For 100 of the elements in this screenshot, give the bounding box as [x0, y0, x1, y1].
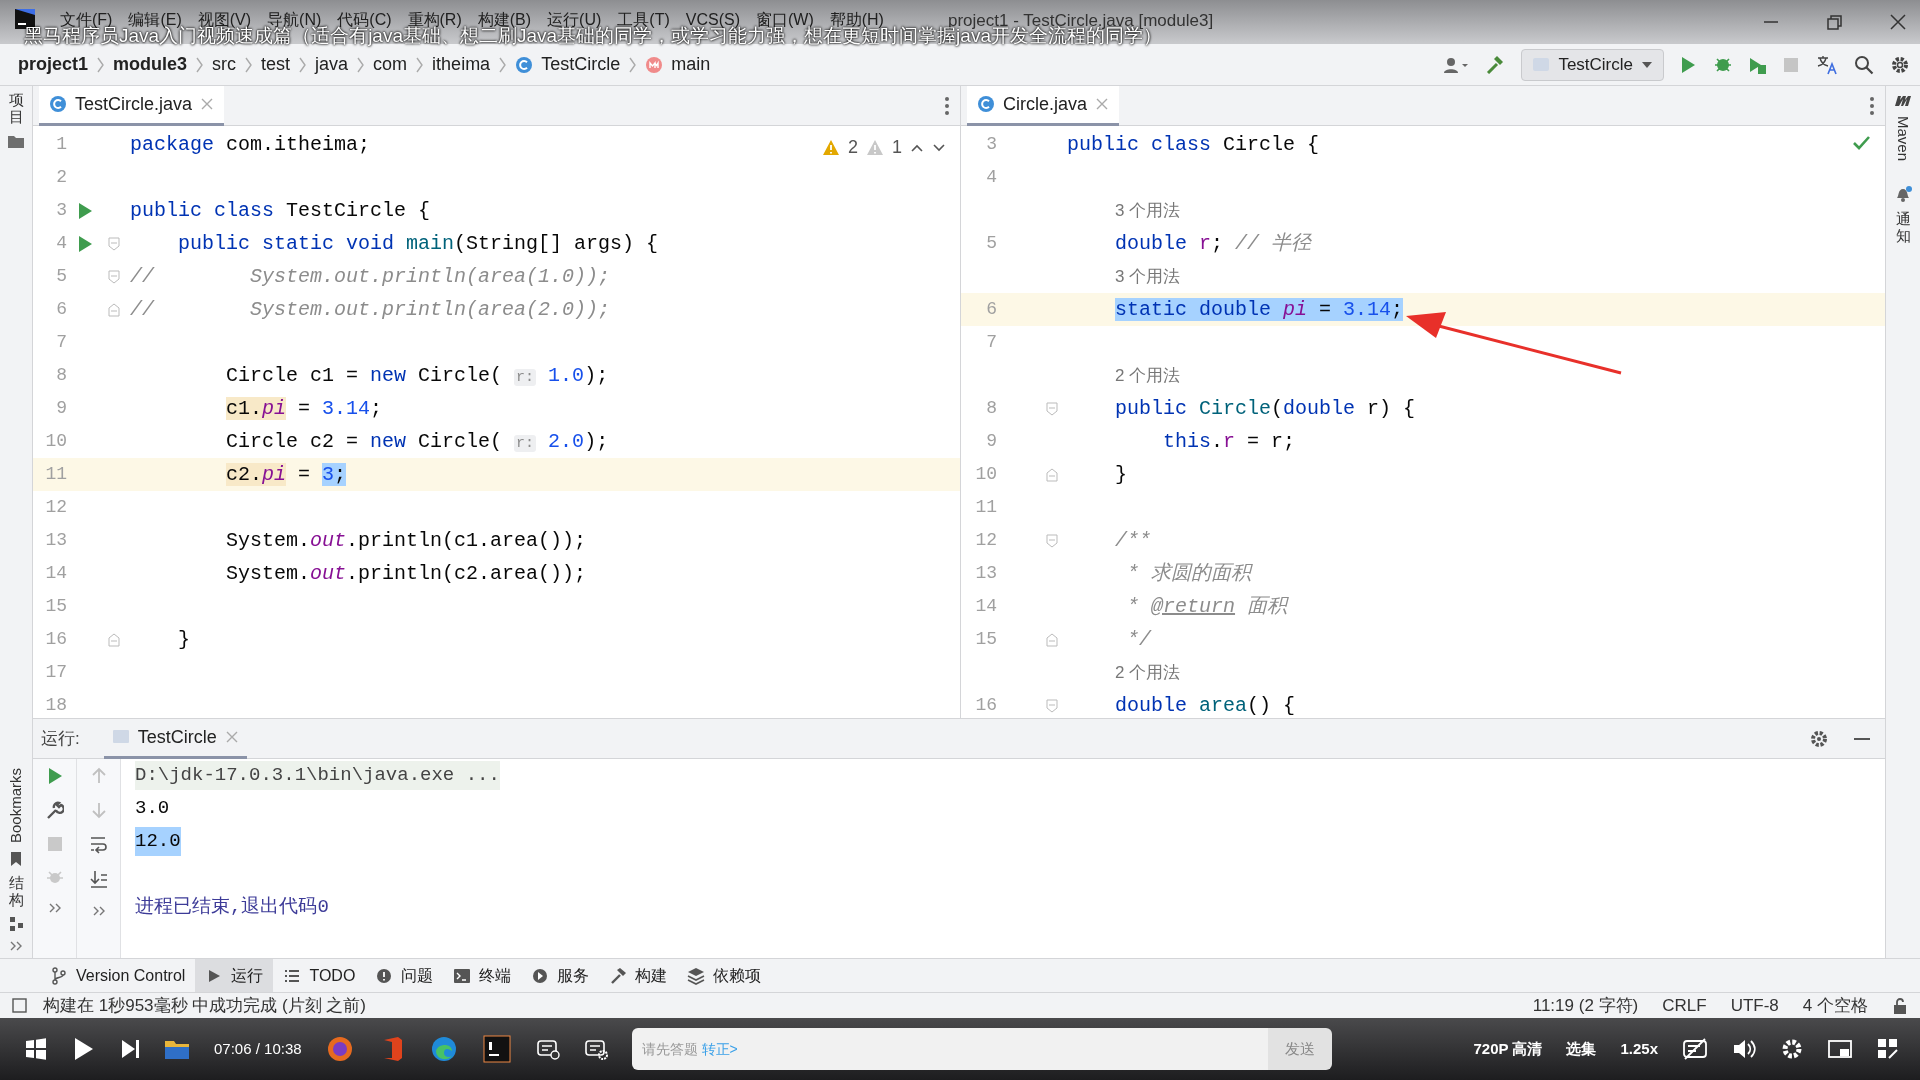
line-number: 8 — [986, 398, 997, 418]
breadcrumb[interactable]: itheima — [432, 51, 491, 78]
panel-toggle-icon[interactable] — [12, 998, 27, 1013]
checkmark-icon[interactable] — [1852, 134, 1871, 151]
restore-icon[interactable] — [1827, 14, 1842, 30]
tool-window-tab[interactable]: Bookmarks — [4, 767, 28, 843]
exit-message: 进程已结束,退出代码0 — [135, 895, 329, 921]
speed-selector[interactable]: 1.25x — [1620, 1037, 1658, 1061]
tool-window-button[interactable]: TODO — [273, 958, 366, 993]
run-icon[interactable] — [46, 767, 63, 785]
more-icon[interactable] — [91, 905, 106, 917]
settings-icon[interactable] — [1780, 1037, 1804, 1061]
editor-tab[interactable]: Circle.java — [967, 85, 1120, 126]
code-line: System.out.println(c1.area()); — [225, 527, 587, 554]
breadcrumb[interactable]: test — [261, 51, 291, 78]
status-item[interactable]: 11:19 (2 字符) — [1532, 992, 1639, 1019]
more-icon[interactable] — [9, 940, 23, 952]
run-tab[interactable]: TestCircle — [103, 718, 247, 759]
status-item[interactable]: CRLF — [1662, 992, 1707, 1019]
fullscreen-icon[interactable] — [1876, 1037, 1900, 1061]
tool-window-tab[interactable]: 结构 — [8, 875, 24, 908]
bookmark-icon[interactable] — [9, 851, 23, 867]
windows-icon[interactable] — [24, 1037, 48, 1061]
danmaku-settings-icon[interactable] — [583, 1038, 608, 1060]
wrap-icon[interactable] — [89, 835, 108, 854]
hammer-icon[interactable] — [1485, 55, 1506, 74]
breadcrumb[interactable]: com — [373, 51, 408, 78]
breadcrumb[interactable]: java — [315, 51, 349, 78]
line-number: 14 — [975, 596, 997, 616]
code-line: // System.out.println(area(1.0)); — [130, 263, 611, 290]
lock-icon[interactable] — [1892, 996, 1908, 1015]
settings-icon[interactable] — [1890, 54, 1910, 75]
hammer-icon — [609, 966, 628, 985]
class-icon — [977, 95, 995, 113]
danmaku-icon[interactable] — [535, 1038, 560, 1060]
coverage-icon[interactable] — [1748, 55, 1766, 74]
code-line: c2.pi = 3; — [225, 461, 347, 488]
playback-time: 07:06 / 10:38 — [214, 1038, 302, 1059]
chevron-down-icon[interactable] — [932, 141, 946, 154]
app-icon[interactable] — [481, 1034, 512, 1064]
app-icon[interactable] — [429, 1035, 458, 1063]
tool-window-tab[interactable]: 项目 — [8, 92, 24, 125]
warning-count[interactable]: 2 — [847, 134, 858, 161]
breadcrumb[interactable]: main — [671, 51, 711, 78]
tool-window-button[interactable]: 依赖项 — [677, 958, 772, 993]
run-icon[interactable] — [77, 201, 93, 220]
tool-window-button[interactable]: Version Control — [40, 958, 196, 993]
picture-in-picture-icon[interactable] — [1828, 1038, 1852, 1060]
breadcrumb[interactable]: TestCircle — [541, 51, 621, 78]
search-icon[interactable] — [1854, 54, 1874, 75]
line-number: 12 — [975, 530, 997, 550]
translate-icon[interactable] — [1816, 54, 1838, 75]
tool-window-button[interactable]: 运行 — [195, 958, 274, 993]
more-icon[interactable] — [47, 902, 62, 914]
run-icon[interactable] — [77, 234, 93, 253]
tool-window-button[interactable]: 服务 — [521, 958, 600, 993]
breadcrumb[interactable]: project1 — [18, 51, 89, 78]
line-number: 16 — [975, 695, 997, 715]
more-icon[interactable] — [944, 95, 950, 116]
user-icon[interactable] — [1443, 55, 1470, 74]
episodes-button[interactable]: 选集 — [1566, 1037, 1597, 1061]
usages-hint[interactable]: 3 个用法 — [1115, 263, 1181, 290]
usages-hint[interactable]: 3 个用法 — [1115, 197, 1181, 224]
status-message: 构建在 1秒953毫秒 中成功完成 (片刻 之前) — [43, 994, 367, 1017]
code-line: public static void main(String[] args) { — [177, 230, 659, 257]
weak-warning-count[interactable]: 1 — [892, 134, 902, 161]
run-configuration-dropdown[interactable]: TestCircle — [1521, 48, 1664, 81]
more-icon[interactable] — [1869, 95, 1875, 116]
line-number: 12 — [45, 497, 67, 517]
breadcrumb[interactable]: src — [212, 51, 237, 78]
quality-selector[interactable]: 720P 高清 — [1473, 1037, 1543, 1061]
bell-icon[interactable] — [1894, 185, 1912, 204]
editor-tab[interactable]: TestCircle.java — [39, 85, 225, 126]
usages-hint[interactable]: 2 个用法 — [1115, 362, 1181, 389]
breadcrumb[interactable]: module3 — [113, 51, 188, 78]
status-item[interactable]: 4 个空格 — [1802, 992, 1868, 1019]
tool-window-button[interactable]: 问题 — [365, 958, 444, 993]
services-icon — [531, 966, 550, 985]
line-number: 13 — [975, 563, 997, 583]
danmaku-off-icon[interactable] — [1682, 1037, 1708, 1061]
line-number: 17 — [45, 662, 67, 682]
usages-hint[interactable]: 2 个用法 — [1115, 659, 1181, 686]
volume-icon[interactable] — [1732, 1037, 1756, 1061]
code-line: double area() { — [1114, 692, 1296, 718]
next-icon[interactable] — [120, 1038, 140, 1060]
code-line: } — [1114, 461, 1127, 488]
code-line: double r; // 半径 — [1114, 230, 1312, 257]
settings-icon[interactable] — [1809, 728, 1829, 749]
wrench-icon[interactable] — [45, 801, 64, 820]
tool-window-button[interactable]: 终端 — [443, 958, 522, 993]
scroll-end-icon[interactable] — [89, 870, 108, 889]
structure-icon[interactable] — [8, 916, 24, 932]
tool-window-tab[interactable]: 通知 — [1895, 211, 1911, 245]
tool-window-button[interactable]: 构建 — [599, 958, 678, 993]
status-item[interactable]: UTF-8 — [1730, 992, 1779, 1019]
folder-icon[interactable] — [7, 133, 25, 149]
code-line: this.r = r; — [1162, 428, 1296, 455]
close-icon[interactable] — [1890, 14, 1906, 30]
line-number: 7 — [56, 332, 67, 352]
tool-window-tab[interactable]: Maven — [1891, 116, 1915, 162]
